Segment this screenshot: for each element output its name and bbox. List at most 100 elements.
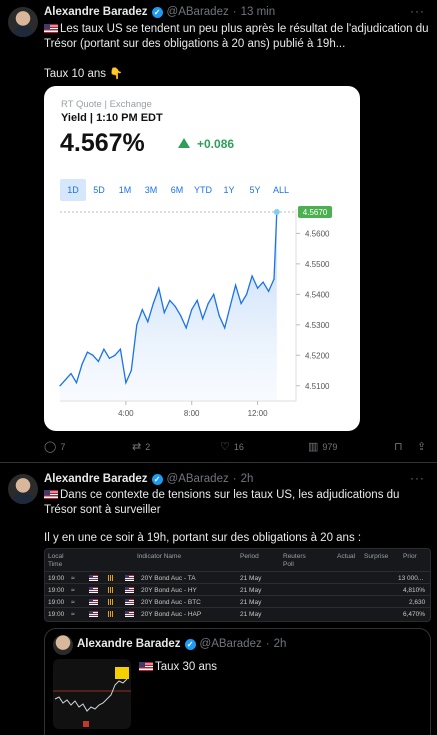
economic-calendar-image[interactable]: Local Time Indicator Name Period Reuters… — [44, 548, 431, 622]
pointing-down-icon: 👇 — [109, 68, 123, 80]
tab-5y[interactable]: 5Y — [242, 179, 268, 201]
data-point — [130, 369, 132, 372]
data-point — [262, 281, 264, 283]
retweet-icon: ⇄ — [132, 441, 142, 453]
x-tick-label: 4:00 — [118, 409, 134, 418]
data-point — [141, 308, 143, 311]
data-point — [163, 312, 165, 314]
data-point — [103, 348, 105, 350]
row-time: 19:00 — [48, 611, 65, 618]
author-name[interactable]: Alexandre Baradez — [44, 473, 148, 485]
tab-1y[interactable]: 1Y — [216, 179, 242, 201]
timestamp[interactable]: 2h — [241, 473, 254, 485]
col-local-time: Local Time — [48, 553, 64, 568]
reply-icon: ◯ — [44, 441, 57, 453]
timestamp[interactable]: 13 min — [241, 6, 276, 18]
quoted-header: Alexandre Baradez ✓ @ABaradez · 2h — [77, 638, 286, 650]
importance-icon — [107, 599, 113, 605]
timestamp: 2h — [273, 638, 287, 650]
row-time: 19:00 — [48, 599, 65, 606]
share-button[interactable]: ⇪ — [417, 440, 426, 453]
row-prior: 4,810% — [403, 587, 426, 594]
data-point — [180, 315, 182, 317]
verified-icon: ✓ — [184, 638, 196, 650]
quote-card-image[interactable]: RT Quote | Exchange Yield | 1:10 PM EDT … — [44, 86, 360, 431]
wave-icon: ≈ — [71, 575, 75, 582]
tweet-header: Alexandre Baradez ✓ @ABaradez · 2h — [44, 473, 253, 485]
tab-ytd[interactable]: YTD — [190, 179, 216, 201]
col-prior: Prior — [403, 553, 417, 560]
range-tabs: 1D 5D 1M 3M 6M YTD 1Y 5Y ALL — [60, 179, 294, 201]
more-options-icon[interactable]: ··· — [410, 471, 425, 485]
quoted-chart-thumbnail[interactable] — [53, 659, 131, 729]
yield-price: 4.567% — [60, 129, 145, 157]
tab-6m[interactable]: 6M — [164, 179, 190, 201]
tweet-text: Dans ce contexte de tensions sur les tau… — [44, 488, 434, 546]
data-point — [267, 290, 270, 292]
data-point — [235, 284, 237, 286]
views-icon: ▥ — [308, 441, 319, 453]
data-point — [174, 305, 176, 308]
bookmark-button[interactable]: ⊓ — [394, 440, 403, 453]
author-name[interactable]: Alexandre Baradez — [44, 6, 148, 18]
y-tick-label: 4.5500 — [305, 260, 330, 269]
reply-button[interactable]: ◯ 7 — [44, 440, 65, 453]
tweet-1[interactable]: Alexandre Baradez ✓ @ABaradez · 13 min ·… — [0, 0, 437, 462]
tweet-text-line-3: Taux 10 ans — [44, 68, 107, 80]
data-point — [229, 305, 231, 308]
table-row[interactable]: 19:00 ≈ 20Y Bond Auc - TA 21 May 13 000.… — [45, 571, 430, 583]
data-point — [207, 302, 209, 305]
us-flag-icon — [125, 575, 134, 581]
row-period: 21 May — [240, 599, 262, 606]
separator-dot: · — [232, 473, 237, 485]
avatar[interactable] — [8, 7, 38, 37]
tab-3m[interactable]: 3M — [138, 179, 164, 201]
tab-5d[interactable]: 5D — [86, 179, 112, 201]
us-flag-icon — [44, 490, 58, 499]
wave-icon: ≈ — [71, 587, 75, 594]
table-row[interactable]: 19:00 ≈ 20Y Bond Auc - HAP 21 May 6,470% — [45, 607, 430, 619]
wave-icon: ≈ — [71, 611, 75, 618]
data-point — [246, 293, 248, 295]
data-point — [92, 354, 94, 356]
importance-icon — [107, 587, 113, 593]
x-tick-label: 12:00 — [248, 409, 269, 418]
tweet-text-line-1: Dans ce contexte de tensions sur les tau… — [60, 489, 400, 501]
data-point — [240, 302, 242, 305]
data-point — [86, 351, 89, 353]
y-tick-label: 4.5200 — [305, 351, 330, 360]
data-point — [64, 379, 67, 381]
data-point — [169, 299, 171, 302]
col-reuters-poll: Reuters Poll — [283, 553, 306, 568]
table-row[interactable]: 19:00 ≈ 20Y Bond Auc - BTC 21 May 2,630 — [45, 595, 430, 607]
col-period: Period — [240, 553, 259, 560]
views-button[interactable]: ▥ 979 — [308, 440, 337, 453]
data-point — [81, 363, 83, 366]
quoted-tweet[interactable]: Alexandre Baradez ✓ @ABaradez · 2h Taux … — [44, 628, 431, 735]
data-point — [119, 348, 121, 350]
tab-all[interactable]: ALL — [268, 179, 294, 201]
retweet-button[interactable]: ⇄ 2 — [132, 440, 150, 453]
tab-1m[interactable]: 1M — [112, 179, 138, 201]
author-handle[interactable]: @ABaradez — [167, 6, 229, 18]
avatar — [53, 635, 73, 655]
tab-1d[interactable]: 1D — [60, 179, 86, 201]
author-handle[interactable]: @ABaradez — [167, 473, 229, 485]
separator-dot: · — [265, 638, 270, 650]
avatar[interactable] — [8, 474, 38, 504]
data-point — [224, 327, 226, 329]
more-options-icon[interactable]: ··· — [410, 4, 425, 18]
data-point — [147, 321, 149, 323]
row-prior: 2,630 — [409, 599, 426, 606]
author-name: Alexandre Baradez — [77, 638, 181, 650]
quote-source: RT Quote | Exchange — [61, 99, 152, 110]
row-prior: 13 000... — [398, 575, 424, 582]
table-row[interactable]: 19:00 ≈ 20Y Bond Auc - HY 21 May 4,810% — [45, 583, 430, 595]
row-time: 19:00 — [48, 587, 65, 594]
like-button[interactable]: ♡ 16 — [220, 440, 244, 453]
wave-icon: ≈ — [71, 599, 75, 606]
data-point — [256, 287, 259, 289]
data-point — [97, 360, 100, 362]
up-arrow-icon — [178, 138, 190, 148]
data-point — [59, 385, 61, 387]
